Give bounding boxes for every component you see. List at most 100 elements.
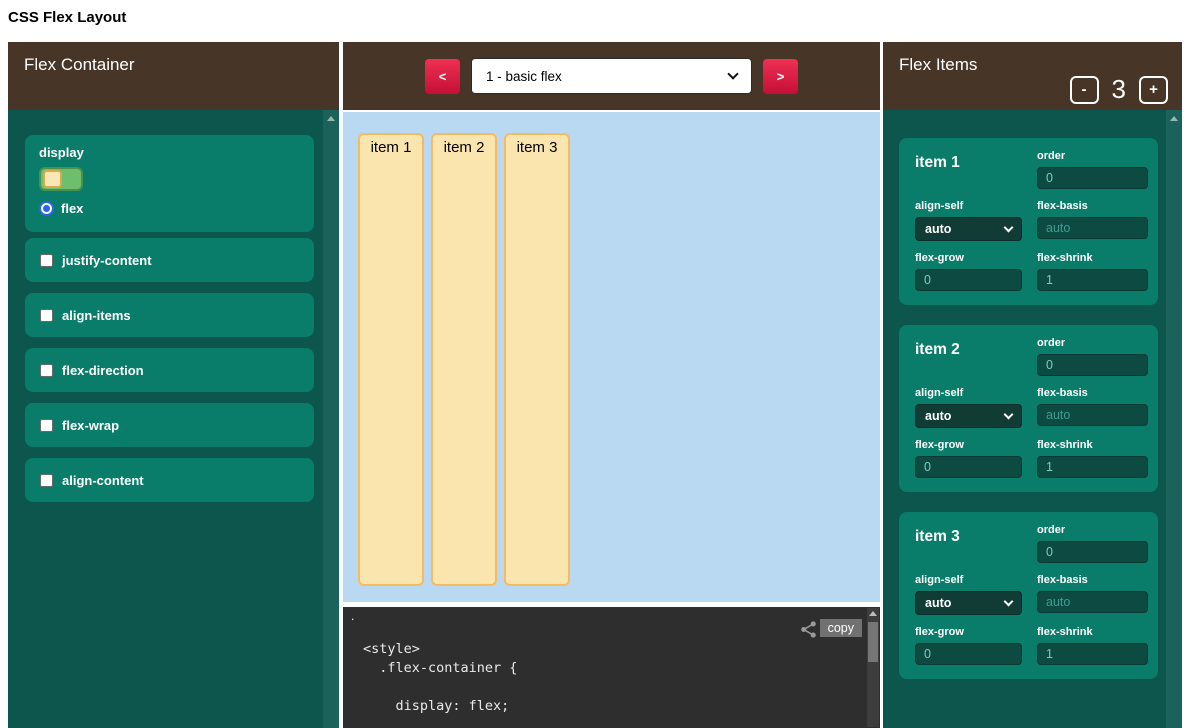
- order-label: order: [1037, 150, 1148, 162]
- copy-button[interactable]: copy: [820, 619, 862, 637]
- align-self-field: align-self auto: [915, 387, 1022, 428]
- chevron-down-icon: [1004, 596, 1014, 606]
- order-input[interactable]: [1037, 167, 1148, 189]
- flex-container-panel: Flex Container display flex justify-cont…: [8, 42, 339, 728]
- flex-shrink-input[interactable]: [1037, 456, 1148, 478]
- flex-basis-input[interactable]: [1037, 591, 1148, 613]
- order-field: order: [1037, 150, 1148, 189]
- app: CSS Flex Layout Flex Container display f…: [0, 0, 1199, 728]
- display-label: display: [39, 145, 300, 160]
- flex-preview-item-1: item 1: [358, 133, 424, 586]
- align-self-select[interactable]: auto: [915, 591, 1022, 615]
- flex-shrink-field: flex-shrink: [1037, 252, 1148, 291]
- flex-grow-label: flex-grow: [915, 252, 1022, 264]
- code-scrollbar[interactable]: [867, 608, 879, 727]
- scroll-up-icon: [1170, 116, 1178, 121]
- scrollbar-thumb[interactable]: [868, 622, 878, 662]
- align-self-select[interactable]: auto: [915, 404, 1022, 428]
- align-content-card: align-content: [25, 458, 314, 502]
- page-title: CSS Flex Layout: [8, 9, 126, 26]
- flex-radio[interactable]: [39, 201, 54, 216]
- flex-container-scrollbar[interactable]: [323, 110, 339, 728]
- flex-direction-checkbox[interactable]: [40, 364, 53, 377]
- align-self-select[interactable]: auto: [915, 217, 1022, 241]
- scroll-up-icon: [869, 611, 877, 616]
- flex-grow-field: flex-grow: [915, 439, 1022, 478]
- align-self-field: align-self auto: [915, 200, 1022, 241]
- flex-shrink-label: flex-shrink: [1037, 626, 1148, 638]
- flex-shrink-input[interactable]: [1037, 643, 1148, 665]
- flex-items-panel: Flex Items - 3 + item 1 order align-self…: [883, 42, 1182, 728]
- flex-shrink-input[interactable]: [1037, 269, 1148, 291]
- align-self-value: auto: [925, 222, 951, 236]
- flex-basis-label: flex-basis: [1037, 387, 1148, 399]
- display-toggle[interactable]: [39, 167, 83, 191]
- flex-grow-field: flex-grow: [915, 626, 1022, 665]
- chevron-down-icon: [727, 68, 738, 79]
- flex-container-panel-title: Flex Container: [24, 55, 135, 75]
- item-card-1: item 1 order align-self auto flex-basis: [899, 138, 1158, 305]
- align-self-field: align-self auto: [915, 574, 1022, 615]
- flex-items-panel-body: item 1 order align-self auto flex-basis: [883, 110, 1182, 728]
- align-self-value: auto: [925, 409, 951, 423]
- align-content-label: align-content: [62, 473, 144, 488]
- item-count-value: 3: [1112, 74, 1126, 105]
- flex-direction-label: flex-direction: [62, 363, 144, 378]
- share-icon[interactable]: [799, 620, 818, 639]
- justify-content-card: justify-content: [25, 238, 314, 282]
- chevron-down-icon: [1004, 409, 1014, 419]
- flex-shrink-field: flex-shrink: [1037, 439, 1148, 478]
- align-self-label: align-self: [915, 200, 1022, 212]
- flex-grow-input[interactable]: [915, 269, 1022, 291]
- flex-preview-item-3: item 3: [504, 133, 570, 586]
- item-card-2: item 2 order align-self auto flex-basis: [899, 325, 1158, 492]
- justify-content-label: justify-content: [62, 253, 152, 268]
- example-select[interactable]: 1 - basic flex: [471, 58, 752, 94]
- decrease-items-button[interactable]: -: [1070, 76, 1099, 104]
- justify-content-checkbox[interactable]: [40, 254, 53, 267]
- flex-grow-label: flex-grow: [915, 626, 1022, 638]
- flex-items-scrollbar[interactable]: [1166, 110, 1182, 728]
- align-items-checkbox[interactable]: [40, 309, 53, 322]
- display-toggle-knob: [43, 170, 62, 188]
- flex-grow-label: flex-grow: [915, 439, 1022, 451]
- item-card-title: item 2: [915, 337, 1022, 376]
- flex-wrap-card: flex-wrap: [25, 403, 314, 447]
- display-option-card: display flex: [25, 135, 314, 232]
- increase-items-button[interactable]: +: [1139, 76, 1168, 104]
- next-example-button[interactable]: >: [763, 59, 798, 94]
- item-card-title: item 1: [915, 150, 1022, 189]
- flex-preview-item-2: item 2: [431, 133, 497, 586]
- flex-wrap-checkbox[interactable]: [40, 419, 53, 432]
- flex-direction-card: flex-direction: [25, 348, 314, 392]
- code-text: <style> .flex-container { display: flex;: [363, 640, 517, 716]
- code-panel: . copy <style> .flex-container { display…: [343, 607, 880, 728]
- align-items-label: align-items: [62, 308, 131, 323]
- chevron-down-icon: [1004, 222, 1014, 232]
- align-self-value: auto: [925, 596, 951, 610]
- flex-items-panel-header: Flex Items - 3 +: [883, 42, 1182, 110]
- flex-basis-field: flex-basis: [1037, 387, 1148, 428]
- order-input[interactable]: [1037, 541, 1148, 563]
- flex-grow-input[interactable]: [915, 643, 1022, 665]
- order-label: order: [1037, 524, 1148, 536]
- flex-shrink-label: flex-shrink: [1037, 252, 1148, 264]
- prev-example-button[interactable]: <: [425, 59, 460, 94]
- order-input[interactable]: [1037, 354, 1148, 376]
- item-card-3: item 3 order align-self auto flex-basis: [899, 512, 1158, 679]
- scroll-up-icon: [327, 116, 335, 121]
- align-items-card: align-items: [25, 293, 314, 337]
- example-select-value: 1 - basic flex: [486, 69, 562, 84]
- item-count-control: - 3 +: [1070, 74, 1168, 105]
- flex-container-panel-header: Flex Container: [8, 42, 339, 110]
- order-label: order: [1037, 337, 1148, 349]
- flex-wrap-label: flex-wrap: [62, 418, 119, 433]
- flex-basis-input[interactable]: [1037, 404, 1148, 426]
- code-caret-dot: .: [351, 609, 354, 623]
- flex-basis-input[interactable]: [1037, 217, 1148, 239]
- flex-basis-label: flex-basis: [1037, 200, 1148, 212]
- order-field: order: [1037, 524, 1148, 563]
- flex-shrink-field: flex-shrink: [1037, 626, 1148, 665]
- align-content-checkbox[interactable]: [40, 474, 53, 487]
- flex-grow-input[interactable]: [915, 456, 1022, 478]
